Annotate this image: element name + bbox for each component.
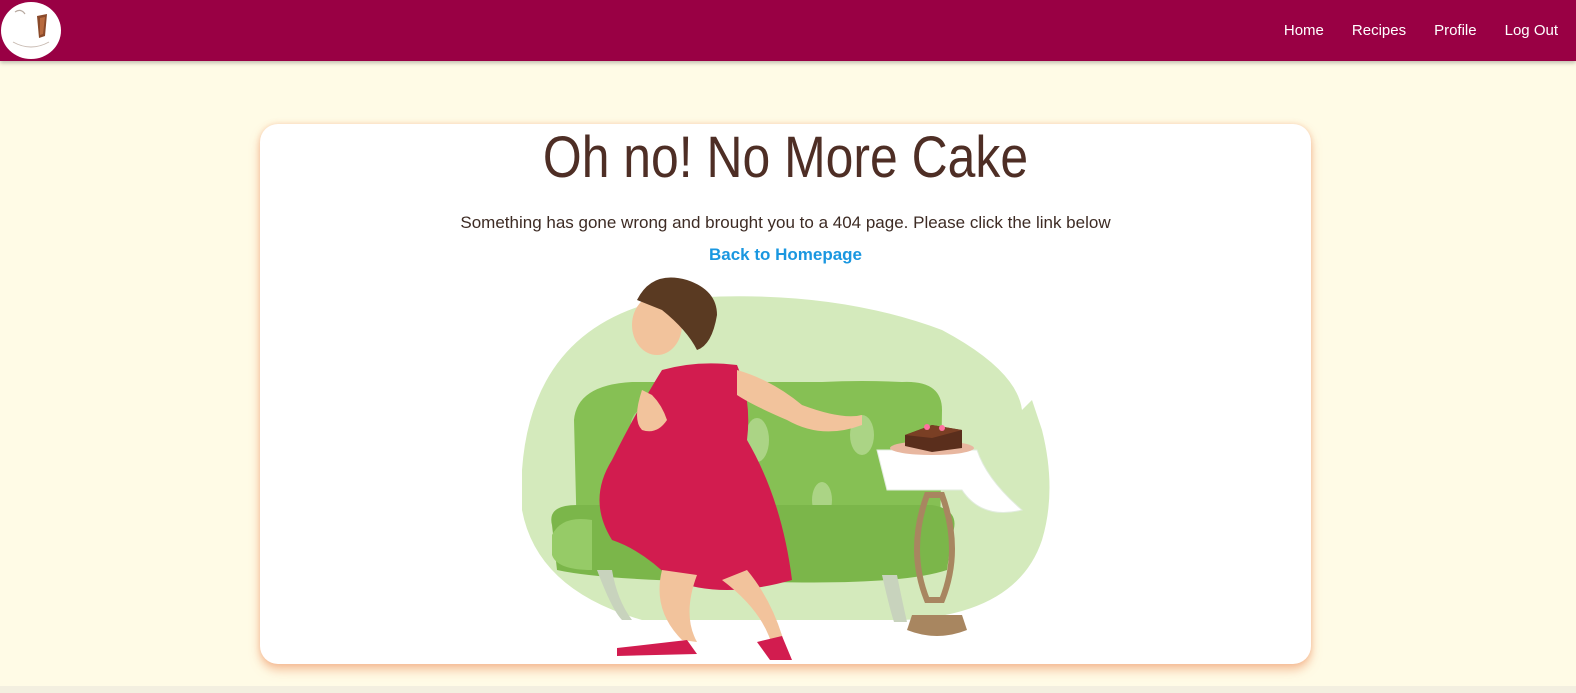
lets-bake-logo-icon[interactable] — [1, 2, 61, 59]
nav-links: Home Recipes Profile Log Out — [1256, 0, 1558, 61]
nav-recipes-link[interactable]: Recipes — [1352, 22, 1406, 39]
woman-refusing-cake-illustration — [522, 270, 1052, 664]
navbar: Home Recipes Profile Log Out — [0, 0, 1576, 61]
error-message: Something has gone wrong and brought you… — [460, 213, 1111, 232]
page-title: Oh no! No More Cake — [542, 125, 1029, 190]
back-to-homepage-link[interactable]: Back to Homepage — [260, 245, 1311, 265]
bottom-strip — [0, 686, 1576, 693]
nav-profile-link[interactable]: Profile — [1434, 22, 1477, 39]
nav-logout-link[interactable]: Log Out — [1505, 22, 1558, 39]
nav-home-link[interactable]: Home — [1284, 22, 1324, 39]
error-card: Oh no! No More Cake Something has gone w… — [260, 124, 1311, 664]
